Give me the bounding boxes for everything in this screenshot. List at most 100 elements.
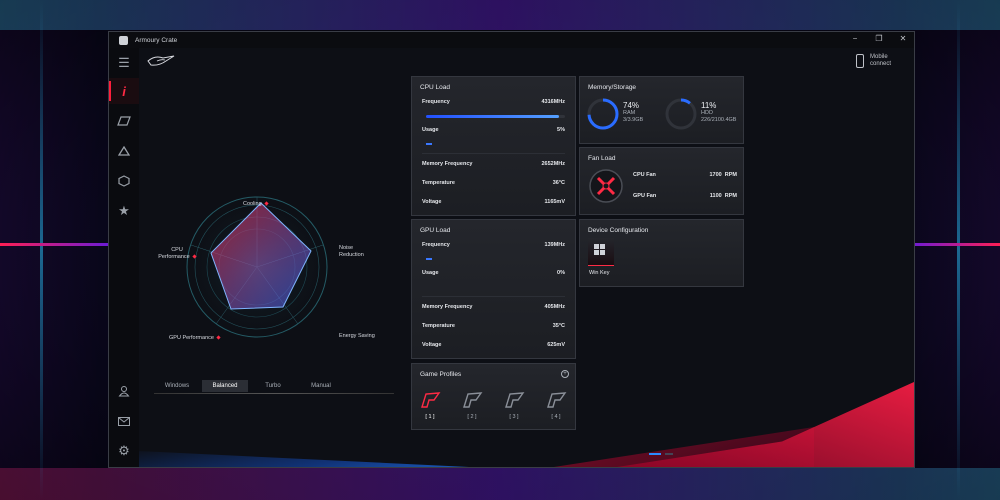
nav-item-settings[interactable]: ⚙ xyxy=(109,438,139,464)
gpu-voltage-label: Voltage xyxy=(422,342,442,348)
nav-item-scenario[interactable] xyxy=(109,108,139,134)
gpu-temp-value: 35°C xyxy=(552,323,565,329)
hdd-label: HDD xyxy=(701,110,713,116)
ram-detail: 3/3.9GB xyxy=(623,117,644,123)
memory-storage-panel[interactable]: Memory/Storage 74% RAM 3/3.9GB 11% HDD 2… xyxy=(579,76,744,144)
gpu-fan-value: 1100 RPM xyxy=(709,193,737,199)
gpu-fan-label: GPU Fan xyxy=(633,193,657,199)
nav-item-news[interactable] xyxy=(109,408,139,434)
mode-manual[interactable]: Manual xyxy=(298,380,344,392)
cpu-voltage-label: Voltage xyxy=(422,199,442,205)
radar-label-cpu-performance: CPU Performance xyxy=(157,247,197,261)
gpu-load-panel[interactable]: GPU Load Frequency 139MHz Usage 0% Memor… xyxy=(411,219,576,359)
info-icon: i xyxy=(122,83,126,99)
gpu-memfreq-row: Memory Frequency 405MHz xyxy=(422,304,565,310)
gpu-voltage-row: Voltage 625mV xyxy=(422,342,565,348)
restore-icon[interactable]: ❐ xyxy=(874,34,884,43)
game-profiles-panel[interactable]: Game Profiles + [ 1 ] [ 2 ] [ 3 ] [ 4 ] xyxy=(411,363,576,430)
nav-rail: ☰ i ★ ⚙ xyxy=(109,48,139,467)
page-dot[interactable] xyxy=(649,453,661,455)
cpu-load-panel[interactable]: CPU Load Frequency 4316MHz Usage 5% Memo… xyxy=(411,76,576,216)
gpu-frequency-value: 139MHz xyxy=(544,242,565,248)
cpu-fan-row: CPU Fan 1700 RPM xyxy=(633,172,737,178)
profile-2-label: [ 2 ] xyxy=(467,414,477,420)
divider xyxy=(422,296,565,297)
cpu-temp-value: 36°C xyxy=(552,180,565,186)
profile-slot-4[interactable]: [ 4 ] xyxy=(544,391,568,420)
cpu-frequency-fill xyxy=(426,115,560,118)
profile-3-label: [ 3 ] xyxy=(509,414,519,420)
cpu-usage-label: Usage xyxy=(422,127,439,133)
cpu-frequency-bar xyxy=(426,115,565,118)
profile-4-label: [ 4 ] xyxy=(551,414,561,420)
device-panel-title: Device Configuration xyxy=(588,227,649,234)
radar-label-cooling: Cooling xyxy=(243,201,269,208)
mode-turbo[interactable]: Turbo xyxy=(250,380,296,392)
background-light-right xyxy=(957,0,960,500)
nav-item-armoury[interactable] xyxy=(109,168,139,194)
app-icon xyxy=(119,35,128,45)
cpu-usage-bar xyxy=(426,143,432,145)
profile-slot-1[interactable]: [ 1 ] xyxy=(418,391,442,420)
scenario-icon xyxy=(117,116,131,126)
nav-item-featured[interactable]: ★ xyxy=(109,198,139,224)
nav-item-home[interactable]: i xyxy=(109,78,139,104)
cpu-voltage-row: Voltage 1165mV xyxy=(422,199,565,205)
profile-slot-2[interactable]: [ 2 ] xyxy=(460,391,484,420)
windows-icon xyxy=(594,244,605,255)
gpu-fan-row: GPU Fan 1100 RPM xyxy=(633,193,737,199)
cpu-voltage-value: 1165mV xyxy=(544,199,566,205)
cpu-fan-label: CPU Fan xyxy=(633,172,656,178)
ram-label: RAM xyxy=(623,110,636,116)
page-dot[interactable] xyxy=(665,453,673,455)
radar-label-noise-reduction: Noise Reduction xyxy=(339,245,364,258)
background-glow-top xyxy=(0,0,1000,30)
mode-balanced[interactable]: Balanced xyxy=(202,380,248,392)
window-controls: − ❐ ✕ xyxy=(850,34,908,43)
cpu-temp-label: Temperature xyxy=(422,180,455,186)
gpu-memfreq-label: Memory Frequency xyxy=(422,304,473,310)
mobile-connect-button[interactable]: Mobile connect xyxy=(856,54,894,68)
cpu-fan-value: 1700 RPM xyxy=(709,172,737,178)
gpu-usage-row: Usage 0% xyxy=(422,270,565,276)
title-bar: Armoury Crate − ❐ ✕ xyxy=(109,32,914,48)
nav-item-aura[interactable] xyxy=(109,138,139,164)
aura-icon xyxy=(118,146,130,156)
cpu-temp-row: Temperature 36°C xyxy=(422,180,565,186)
gpu-memfreq-value: 405MHz xyxy=(544,304,565,310)
gpu-temp-row: Temperature 35°C xyxy=(422,323,565,329)
background-stripe-right xyxy=(910,243,1000,246)
cpu-usage-row: Usage 5% xyxy=(422,127,565,133)
win-key-toggle[interactable] xyxy=(588,238,614,266)
profiles-panel-title: Game Profiles xyxy=(420,371,462,378)
mode-windows[interactable]: Windows xyxy=(154,380,200,392)
cpu-frequency-value: 4316MHz xyxy=(541,99,565,105)
profile-4-icon xyxy=(547,392,567,408)
fan-icon xyxy=(589,169,623,203)
window-title: Armoury Crate xyxy=(135,36,178,44)
close-icon[interactable]: ✕ xyxy=(898,34,908,43)
profile-2-icon xyxy=(463,392,483,408)
mobile-connect-label: Mobile connect xyxy=(870,54,892,67)
fan-load-panel[interactable]: Fan Load CPU Fan 1700 RPM GPU Fan 1100 R… xyxy=(579,147,744,215)
profile-3-icon xyxy=(505,392,525,408)
hdd-info: 11% HDD 226/2100.4GB xyxy=(701,101,736,124)
nav-item-user[interactable] xyxy=(109,378,139,404)
cpu-panel-title: CPU Load xyxy=(420,84,450,91)
memory-panel-title: Memory/Storage xyxy=(588,84,637,91)
gpu-frequency-label: Frequency xyxy=(422,242,450,248)
performance-radar: Cooling CPU Performance Noise Reduction … xyxy=(149,167,399,367)
ram-percent: 74% xyxy=(623,101,640,110)
profile-slot-3[interactable]: [ 3 ] xyxy=(502,391,526,420)
app-window: Armoury Crate − ❐ ✕ ☰ i ★ ⚙ Mobile conne… xyxy=(108,31,915,468)
phone-icon xyxy=(856,54,864,68)
fan-panel-title: Fan Load xyxy=(588,155,616,162)
gpu-usage-value: 0% xyxy=(557,270,565,276)
cpu-frequency-label: Frequency xyxy=(422,99,450,105)
minimize-icon[interactable]: − xyxy=(850,34,860,43)
add-profile-icon[interactable]: + xyxy=(561,370,569,378)
floor-decoration-blue xyxy=(139,451,469,467)
cpu-memfreq-row: Memory Frequency 2652MHz xyxy=(422,161,565,167)
device-config-panel[interactable]: Device Configuration Win Key xyxy=(579,219,744,287)
menu-icon[interactable]: ☰ xyxy=(109,50,139,76)
